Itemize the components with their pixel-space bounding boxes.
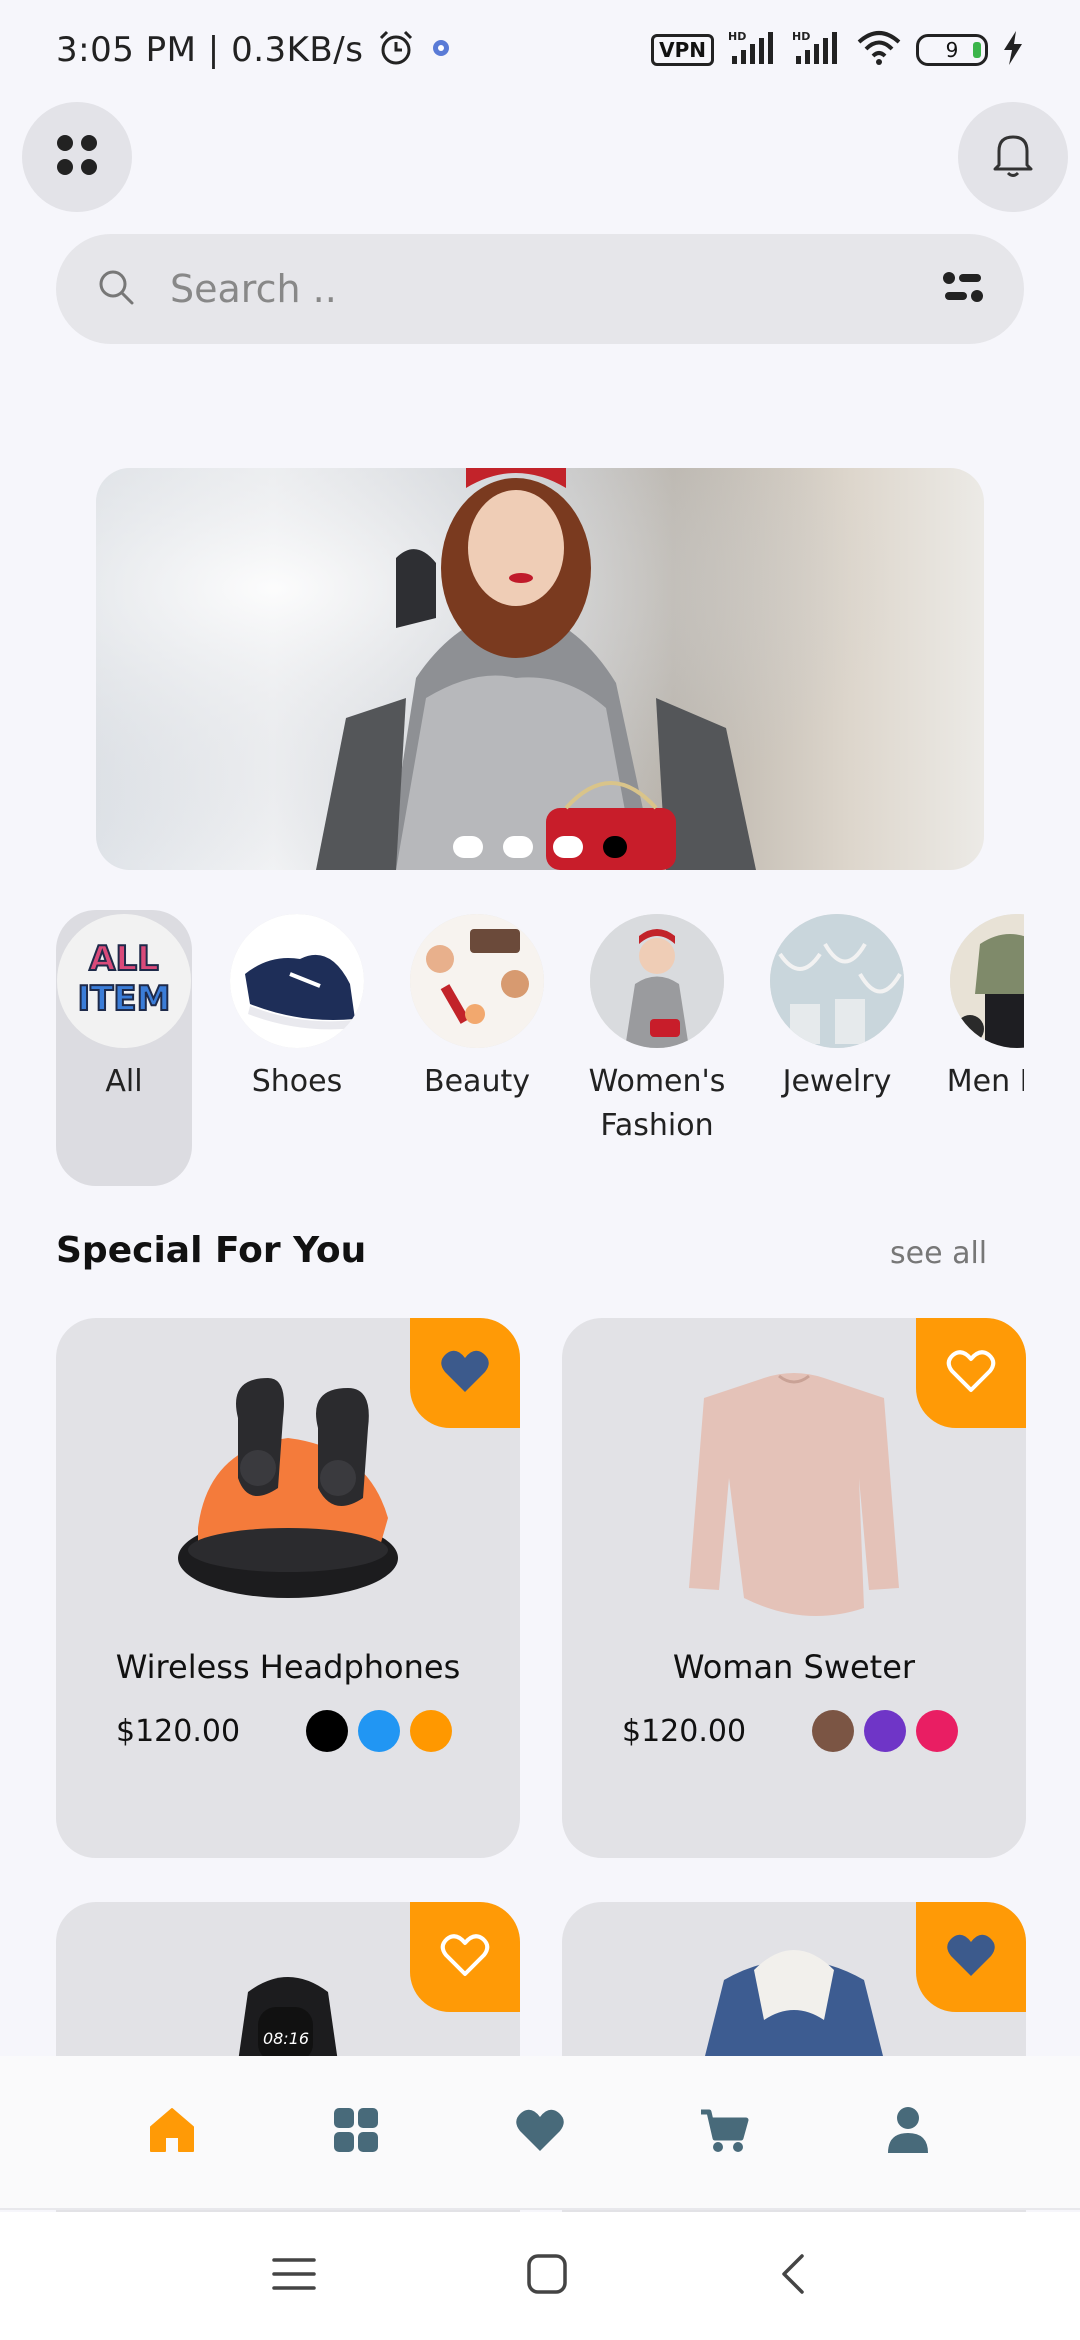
banner-image [96,468,984,870]
svg-text:ALL: ALL [89,939,159,979]
category-label: Jewelry [782,1064,892,1099]
heart-icon [515,2107,565,2157]
notifications-button[interactable] [958,102,1068,212]
category-mens-fashion-thumb [950,914,1024,1048]
category-beauty[interactable]: Beauty [402,910,552,1190]
grid-icon [332,2106,380,2158]
filter-icon[interactable] [942,270,984,308]
svg-text:08:16: 08:16 [263,2029,309,2048]
color-swatch-blue[interactable] [358,1710,400,1752]
carousel-dot-active[interactable] [603,836,627,858]
category-shoes-thumb [230,914,364,1048]
app-notification-icon [429,36,453,64]
svg-text:HD: HD [792,30,810,43]
category-jewelry-thumb [770,914,904,1048]
category-label: Shoes [251,1064,343,1099]
category-all-thumb: ALL ITEM [57,914,191,1048]
wifi-icon [856,30,902,70]
home-icon [147,2105,197,2159]
nav-favorites[interactable] [500,2092,580,2172]
svg-text:ITEM: ITEM [78,979,171,1019]
color-options [306,1710,452,1752]
carousel-indicator [96,836,984,858]
product-name: Woman Sweter [672,1648,916,1686]
category-womens-fashion-thumb [590,914,724,1048]
menu-lines-icon[interactable] [272,2256,316,2296]
svg-text:HD: HD [728,30,746,43]
product-image [56,1358,520,1648]
see-all-link[interactable]: see all [890,1236,987,1271]
home-square-icon[interactable] [526,2253,568,2299]
signal-icon-2: HD [792,30,842,70]
product-price: $120.00 [622,1714,747,1749]
battery-level-text: 9 [945,38,959,62]
category-label: Men Fash [946,1064,1024,1099]
category-label: Beauty [424,1064,530,1099]
system-navigation-bar [0,2212,1080,2340]
back-chevron-icon[interactable] [778,2253,808,2299]
grid-dots-icon [55,133,99,181]
status-bar: 3:05 PM | 0.3KB/s VPN HD HD 9 [0,0,1080,100]
alarm-icon [377,29,415,71]
status-time: 3:05 PM | 0.3KB/s [56,30,364,70]
category-shoes[interactable]: Shoes [222,910,372,1190]
color-swatch-black[interactable] [306,1710,348,1752]
category-list: ALL ITEM All Shoes Beauty Women's Fashion… [56,910,1024,1190]
nav-categories[interactable] [316,2092,396,2172]
color-swatch-orange[interactable] [410,1710,452,1752]
search-input[interactable] [170,267,942,311]
bottom-navigation [0,2056,1080,2210]
category-all[interactable]: ALL ITEM All [56,910,192,1186]
search-bar[interactable] [56,234,1024,344]
carousel-dot[interactable] [503,836,533,858]
color-swatch-brown[interactable] [812,1710,854,1752]
charging-icon [1002,31,1024,69]
signal-icon: HD [728,30,778,70]
section-title: Special For You [56,1230,367,1271]
battery-icon: 9 [916,34,988,66]
color-options [812,1710,958,1752]
nav-profile[interactable] [868,2092,948,2172]
product-price: $120.00 [116,1714,241,1749]
category-beauty-thumb [410,914,544,1048]
profile-icon [886,2105,930,2159]
vpn-badge: VPN [651,34,714,66]
color-swatch-purple[interactable] [864,1710,906,1752]
product-card[interactable]: Wireless Headphones $120.00 [56,1318,520,1858]
color-swatch-pink[interactable] [916,1710,958,1752]
carousel-dot[interactable] [453,836,483,858]
nav-cart[interactable] [684,2092,764,2172]
product-card[interactable]: Woman Sweter $120.00 [562,1318,1026,1858]
menu-button[interactable] [22,102,132,212]
cart-icon [699,2106,749,2158]
category-label: Women's Fashion [588,1064,726,1143]
category-womens-fashion[interactable]: Women's Fashion [582,910,732,1190]
category-jewelry[interactable]: Jewelry [762,910,912,1190]
bell-icon [991,131,1035,183]
search-icon [96,267,136,311]
promo-banner[interactable] [96,468,984,870]
product-image [562,1358,1026,1648]
product-name: Wireless Headphones [115,1648,461,1686]
category-mens-fashion[interactable]: Men Fash [942,910,1024,1190]
nav-home[interactable] [132,2092,212,2172]
carousel-dot[interactable] [553,836,583,858]
category-label: All [105,1064,143,1099]
